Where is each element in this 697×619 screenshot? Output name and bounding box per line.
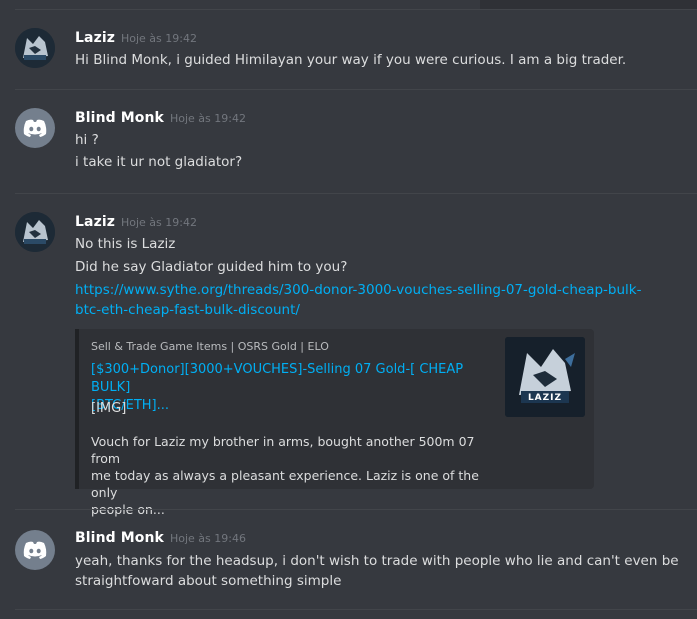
thread-link[interactable]: https://www.sythe.org/threads/300-donor-… <box>75 282 641 298</box>
timestamp: Hoje às 19:42 <box>169 112 246 125</box>
wolf-logo-thumbnail <box>505 337 585 417</box>
discord-default-avatar[interactable] <box>15 108 55 148</box>
message-divider <box>15 509 697 510</box>
message-divider <box>15 609 697 610</box>
message-text: Hi Blind Monk, i guided Himilayan your w… <box>75 52 627 68</box>
timestamp: Hoje às 19:42 <box>120 32 197 45</box>
embed-description-line: Vouch for Laziz my brother in arms, boug… <box>91 434 475 466</box>
username[interactable]: Laziz <box>75 214 115 230</box>
message-text: Did he say Gladiator guided him to you? <box>75 259 348 275</box>
link-embed: Sell & Trade Game Items | OSRS Gold | EL… <box>75 329 594 517</box>
username[interactable]: Blind Monk <box>75 110 164 126</box>
top-scroll-shadow <box>480 0 697 9</box>
timestamp: Hoje às 19:42 <box>120 216 197 229</box>
wolf-logo-avatar[interactable] <box>15 28 55 68</box>
embed-title-line[interactable]: [BTC/ETH]... <box>91 397 491 415</box>
message-text: No this is Laziz <box>75 236 176 252</box>
message-link[interactable]: https://www.sythe.org/threads/300-donor-… <box>75 282 641 298</box>
wolf-icon <box>15 212 55 252</box>
username[interactable]: Blind Monk <box>75 530 164 546</box>
discord-logo-icon <box>23 541 47 559</box>
discord-logo-icon <box>23 119 47 137</box>
embed-image-placeholder: [IMG] <box>91 401 127 416</box>
embed-description: Vouch for Laziz my brother in arms, boug… <box>91 433 491 518</box>
message-text: straightfoward about something simple <box>75 573 342 589</box>
embed-provider[interactable]: Sell & Trade Game Items | OSRS Gold | EL… <box>91 340 329 353</box>
message-divider <box>15 89 697 90</box>
wolf-icon <box>15 28 55 68</box>
username[interactable]: Laziz <box>75 30 115 46</box>
wolf-logo-avatar[interactable] <box>15 212 55 252</box>
embed-title[interactable]: [$300+Donor][3000+VOUCHES]-Selling 07 Go… <box>91 361 491 415</box>
embed-description-line: me today as always a pleasant experience… <box>91 468 479 500</box>
discord-default-avatar[interactable] <box>15 530 55 570</box>
timestamp: Hoje às 19:46 <box>169 532 246 545</box>
message-divider <box>15 9 697 10</box>
thumbnail-logo-text: LAZIZ <box>527 393 563 403</box>
message-text: yeah, thanks for the headsup, i don't wi… <box>75 553 679 569</box>
message-link[interactable]: btc-eth-cheap-fast-bulk-discount/ <box>75 302 300 318</box>
embed-title-line[interactable]: [$300+Donor][3000+VOUCHES]-Selling 07 Go… <box>91 361 491 397</box>
message-text: i take it ur not gladiator? <box>75 154 243 170</box>
message-text: hi ? <box>75 132 99 148</box>
embed-thumbnail[interactable]: LAZIZ <box>505 337 585 417</box>
message-divider <box>15 193 697 194</box>
thread-link-continued[interactable]: btc-eth-cheap-fast-bulk-discount/ <box>75 302 300 318</box>
chat-messages: Laziz Hoje às 19:42 Hi Blind Monk, i gui… <box>0 0 697 619</box>
